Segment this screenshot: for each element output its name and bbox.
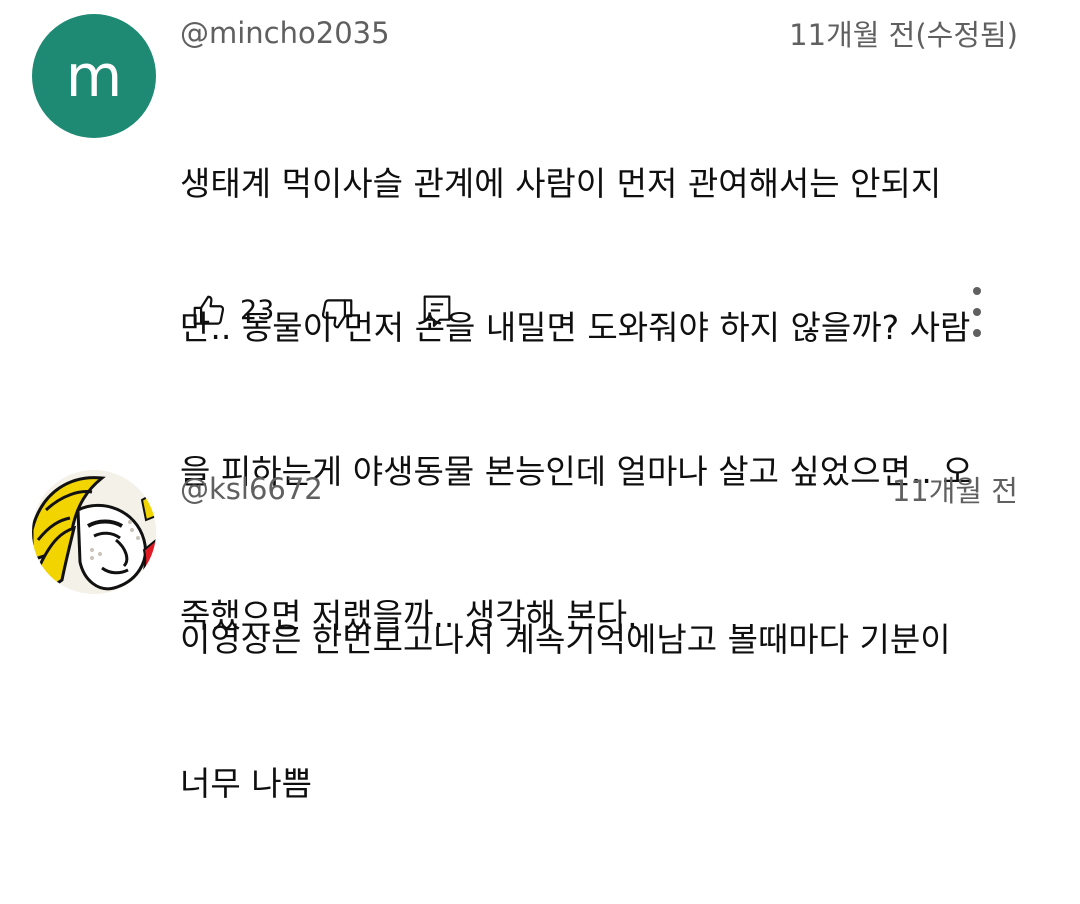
comment-2: @ksl6672 11개월 전 이영상은 한번보고나서 계속기억에남고 볼때마다… <box>0 0 1080 803</box>
comment-text-line: 너무 나쁨 <box>180 764 312 803</box>
comment-text-line: 이영상은 한번보고나서 계속기억에남고 볼때마다 기분이 <box>180 620 951 659</box>
avatar[interactable] <box>32 470 156 594</box>
comment-text: 이영상은 한번보고나서 계속기억에남고 볼때마다 기분이 너무 나쁨 <box>180 520 951 904</box>
comment-timestamp: 11개월 전 <box>891 474 1018 508</box>
avatar-image <box>32 470 156 594</box>
comment-author-handle[interactable]: @ksl6672 <box>180 472 323 506</box>
